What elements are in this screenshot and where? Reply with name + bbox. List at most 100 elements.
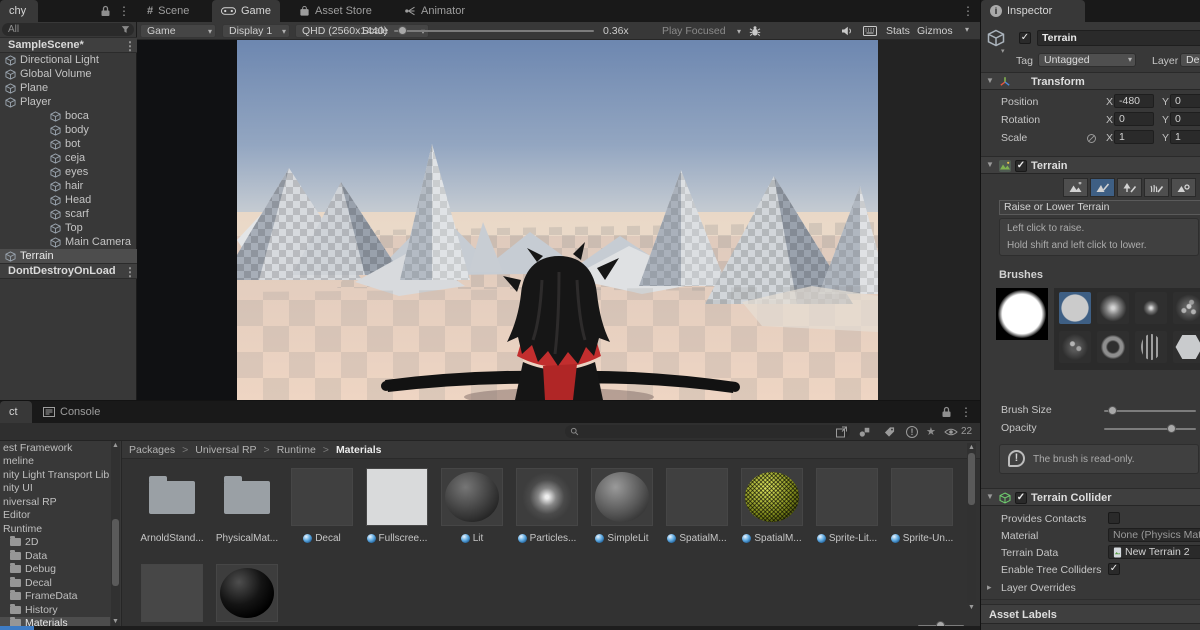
layer-dropdown[interactable]: De bbox=[1180, 53, 1200, 67]
terrain-tool-create-neighbor-terrains[interactable] bbox=[1063, 178, 1088, 197]
mute-audio-speaker-icon[interactable] bbox=[841, 25, 853, 37]
brush-size-slider[interactable] bbox=[1104, 410, 1196, 412]
position-y-field[interactable]: 0 bbox=[1170, 94, 1200, 108]
terrain-data-object-field[interactable]: New Terrain 2 bbox=[1108, 545, 1200, 559]
asset-item-0[interactable] bbox=[141, 564, 203, 622]
asset-fullscree[interactable]: Fullscree... bbox=[366, 468, 428, 544]
hierarchy-item-boca[interactable]: boca bbox=[0, 109, 137, 123]
stats-button[interactable]: Stats bbox=[886, 25, 910, 37]
scroll-up-icon[interactable]: ▲ bbox=[111, 442, 120, 449]
breadcrumb-runtime[interactable]: Runtime bbox=[277, 444, 316, 456]
project-folder-debug[interactable]: Debug bbox=[0, 563, 110, 577]
hierarchy-item-scarf[interactable]: scarf bbox=[0, 207, 137, 221]
asset-scrollbar[interactable] bbox=[967, 443, 976, 603]
project-folder-runtime[interactable]: Runtime bbox=[0, 522, 110, 536]
brush-size-handle[interactable] bbox=[1108, 406, 1117, 415]
hierarchy-item-ceja[interactable]: ceja bbox=[0, 151, 137, 165]
asset-sprite-un[interactable]: Sprite-Un... bbox=[891, 468, 953, 544]
play-focused-dropdown[interactable]: Play Focused ▾ bbox=[655, 24, 745, 38]
brush-speckle2[interactable] bbox=[1059, 331, 1091, 363]
log-exclamation-icon[interactable]: ! bbox=[906, 426, 918, 438]
asset-arnoldstand[interactable]: ArnoldStand... bbox=[141, 468, 203, 544]
hierarchy-item-head[interactable]: Head bbox=[0, 193, 137, 207]
project-folder-nity-ui[interactable]: nity UI bbox=[0, 482, 110, 496]
tab-console[interactable]: Console bbox=[34, 401, 109, 423]
project-folder-decal[interactable]: Decal bbox=[0, 576, 110, 590]
transform-component-header[interactable]: ▼ Transform bbox=[981, 72, 1200, 90]
hierarchy-item-body[interactable]: body bbox=[0, 123, 137, 137]
hierarchy-item-terrain[interactable]: Terrain bbox=[0, 249, 137, 263]
terrain-tool-terrain-settings[interactable] bbox=[1171, 178, 1196, 197]
opacity-slider[interactable] bbox=[1104, 428, 1196, 430]
active-checkbox[interactable]: ✓ bbox=[1019, 32, 1031, 44]
project-kebab-icon[interactable]: ⋮ bbox=[960, 401, 970, 423]
asset-item-1[interactable] bbox=[216, 564, 278, 622]
tab-animator[interactable]: Animator bbox=[395, 0, 474, 22]
debug-bug-icon[interactable] bbox=[749, 25, 761, 37]
display-dropdown[interactable]: Display 1 ▾ bbox=[222, 24, 290, 38]
brush-ring[interactable] bbox=[1097, 331, 1129, 363]
expand-arrow-icon[interactable]: ▸ bbox=[987, 582, 992, 593]
tab-game[interactable]: Game bbox=[212, 0, 280, 22]
object-name-field[interactable]: Terrain bbox=[1037, 30, 1200, 46]
game-mode-dropdown[interactable]: Game ▾ bbox=[140, 24, 216, 38]
hierarchy-item-eyes[interactable]: eyes bbox=[0, 165, 137, 179]
dontdestroyonload-row[interactable]: DontDestroyOnLoad ⋮ bbox=[0, 263, 137, 279]
terrain-component-header[interactable]: ▼ ✓ Terrain bbox=[981, 156, 1200, 174]
search-by-type-icon[interactable] bbox=[858, 426, 871, 438]
project-folder-meline[interactable]: meline bbox=[0, 455, 110, 469]
asset-lit[interactable]: Lit bbox=[441, 468, 503, 544]
asset-labels-header[interactable]: Asset Labels bbox=[981, 604, 1200, 624]
hierarchy-item-plane[interactable]: Plane bbox=[0, 81, 137, 95]
provides-contacts-checkbox[interactable] bbox=[1108, 512, 1120, 524]
collapse-arrow-icon[interactable]: ▼ bbox=[986, 73, 994, 89]
scroll-up-icon[interactable]: ▲ bbox=[967, 444, 976, 451]
scale-slider[interactable] bbox=[394, 30, 594, 32]
brush-circle-solid[interactable] bbox=[1059, 292, 1091, 324]
scroll-down-icon[interactable]: ▼ bbox=[967, 604, 976, 611]
keyboard-shortcuts-icon[interactable] bbox=[863, 26, 877, 36]
gizmos-dropdown[interactable]: Gizmos bbox=[917, 25, 953, 37]
constrain-proportions-icon[interactable] bbox=[1087, 134, 1096, 143]
terrain-tool-paint-trees[interactable] bbox=[1117, 178, 1142, 197]
project-folder-2d[interactable]: 2D bbox=[0, 536, 110, 550]
asset-simplelit[interactable]: SimpleLit bbox=[591, 468, 653, 544]
project-folder-history[interactable]: History bbox=[0, 603, 110, 617]
project-search-input[interactable] bbox=[565, 425, 850, 438]
opacity-handle[interactable] bbox=[1167, 424, 1176, 433]
scale-y-field[interactable]: 1 bbox=[1170, 130, 1200, 144]
scrollbar-thumb[interactable] bbox=[968, 453, 975, 505]
scene-header-row[interactable]: SampleScene* ⋮ bbox=[0, 37, 137, 53]
tree-scrollbar[interactable] bbox=[111, 441, 120, 626]
rotation-x-field[interactable]: 0 bbox=[1114, 112, 1154, 126]
tag-dropdown[interactable]: Untagged ▾ bbox=[1038, 53, 1136, 67]
brush-dot[interactable] bbox=[1135, 292, 1167, 324]
project-folder-nity-light-transport-lib[interactable]: nity Light Transport Lib bbox=[0, 468, 110, 482]
breadcrumb-packages[interactable]: Packages bbox=[129, 444, 175, 456]
label-tag-icon[interactable] bbox=[884, 426, 895, 438]
project-folder-niversal-rp[interactable]: niversal RP bbox=[0, 495, 110, 509]
terrain-tool-paint-terrain[interactable] bbox=[1090, 178, 1115, 197]
brush-streaks[interactable] bbox=[1135, 331, 1167, 363]
asset-spatialm[interactable]: SpatialM... bbox=[741, 468, 803, 544]
rotation-y-field[interactable]: 0 bbox=[1170, 112, 1200, 126]
hierarchy-item-bot[interactable]: bot bbox=[0, 137, 137, 151]
lock-icon[interactable] bbox=[100, 5, 111, 17]
hierarchy-item-top[interactable]: Top bbox=[0, 221, 137, 235]
asset-sprite-lit[interactable]: Sprite-Lit... bbox=[816, 468, 878, 544]
dontdestroyonload-kebab-icon[interactable]: ⋮ bbox=[124, 261, 134, 283]
kebab-menu-icon[interactable]: ⋮ bbox=[118, 0, 128, 22]
hierarchy-item-player[interactable]: Player bbox=[0, 95, 137, 109]
position-x-field[interactable]: -480 bbox=[1114, 94, 1154, 108]
terrain-mode-dropdown[interactable]: Raise or Lower Terrain bbox=[999, 200, 1200, 215]
layer-overrides-row[interactable]: ▸ Layer Overrides bbox=[981, 580, 1200, 595]
collapse-arrow-icon[interactable]: ▼ bbox=[986, 157, 994, 173]
project-folder-est-framework[interactable]: est Framework bbox=[0, 441, 110, 455]
terrain-collider-header[interactable]: ▼ ✓ Terrain Collider bbox=[981, 488, 1200, 506]
scale-slider-handle[interactable] bbox=[398, 26, 407, 35]
asset-particles[interactable]: Particles... bbox=[516, 468, 578, 544]
enable-tree-colliders-checkbox[interactable]: ✓ bbox=[1108, 563, 1120, 575]
tab-hierarchy[interactable]: chy bbox=[0, 0, 38, 22]
material-object-field[interactable]: None (Physics Mat bbox=[1108, 528, 1200, 542]
open-in-new-icon[interactable] bbox=[835, 426, 848, 438]
